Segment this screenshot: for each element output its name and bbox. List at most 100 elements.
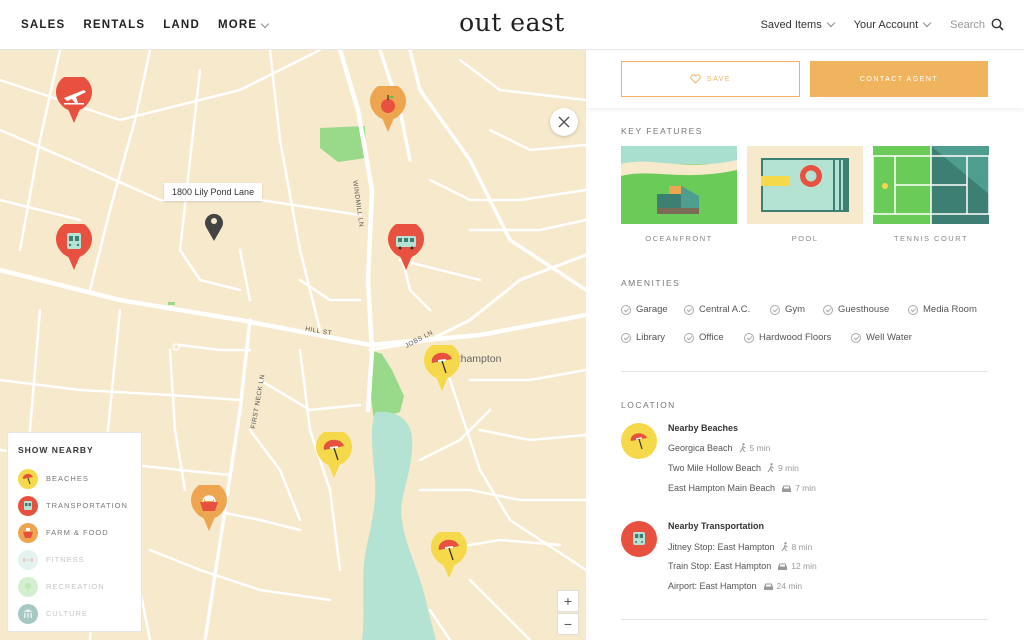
amenity-label: Guesthouse [838,304,890,315]
check-circle-icon [621,332,631,343]
amenity-label: Office [699,332,724,343]
beach-pin[interactable] [424,345,460,391]
walking-icon [739,443,746,453]
amenity-item: Central A.C. [684,304,750,315]
check-circle-icon [908,304,918,315]
key-features-title: KEY FEATURES [621,126,703,136]
amenity-label: Media Room [923,304,977,315]
transport-row[interactable]: Train Stop: East Hampton 12 min [668,561,817,571]
bus-pin[interactable] [388,224,424,270]
account-menu[interactable]: Your Account [853,18,932,31]
umbrella-icon [18,468,38,489]
airport-pin[interactable] [56,77,92,123]
travel-time: 5 min [739,443,771,453]
train-icon [18,495,38,516]
amenity-label: Library [636,332,666,343]
amenity-label: Central A.C. [699,304,751,315]
save-button[interactable]: SAVE [621,61,800,97]
filter-recreation[interactable]: RECREATION [18,573,131,600]
show-nearby-panel: SHOW NEARBY BEACHES TRANSPORTATION FARM … [7,432,142,632]
car-icon [778,563,788,570]
amenity-label: Garage [636,304,668,315]
saved-items-menu[interactable]: Saved Items [761,19,835,31]
filter-culture[interactable]: CULTURE [18,600,131,627]
search-label: Search [950,18,985,31]
beach-row[interactable]: Georgica Beach 5 min [668,443,770,453]
filter-farm-food[interactable]: FARM & FOOD [18,519,131,546]
account-label: Your Account [853,18,919,31]
transport-row[interactable]: Jitney Stop: East Hampton 8 min [668,542,812,552]
travel-time: 24 min [763,581,802,591]
amenity-item: Guesthouse [823,304,889,315]
contact-agent-button[interactable]: CONTACT AGENT [810,61,988,97]
umbrella-icon [621,423,657,459]
filter-recreation-label: RECREATION [46,582,105,591]
top-header: SALES RENTALS LAND MORE out east Saved I… [0,0,1024,50]
beach-pin[interactable] [316,432,352,478]
listing-details-panel: SAVE CONTACT AGENT KEY FEATURES OCEANFRO… [586,50,1024,640]
location-title: LOCATION [621,400,676,410]
amenity-item: Library [621,332,665,343]
filter-fitness[interactable]: FITNESS [18,546,131,573]
umbrella-icon [424,345,460,391]
beach-row[interactable]: East Hampton Main Beach 7 min [668,483,816,493]
heart-icon [690,74,701,84]
beach-row[interactable]: Two Mile Hollow Beach 9 min [668,463,799,473]
beach-name: Georgica Beach [668,443,733,453]
user-nav: Saved Items Your Account Search [761,18,1004,31]
feature-oceanfront-label: OCEANFRONT [645,234,713,243]
search-button[interactable]: Search [950,18,1004,31]
amenity-item: Media Room [908,304,977,315]
travel-time-value: 7 min [795,483,816,493]
amenity-item: Office [684,332,724,343]
transport-name: Train Stop: East Hampton [668,561,772,571]
travel-time-value: 9 min [778,463,799,473]
feature-tennis-court-label: TENNIS COURT [893,234,969,243]
filter-transportation-label: TRANSPORTATION [46,501,128,510]
zoom-out-button[interactable]: − [557,613,579,635]
nearby-beaches-heading: Nearby Beaches [668,423,739,433]
train-pin[interactable] [56,224,92,270]
train-icon [56,224,92,270]
pool-illustration [747,146,863,224]
filter-transportation[interactable]: TRANSPORTATION [18,492,131,519]
beach-pin[interactable] [431,532,467,578]
bus-icon [388,224,424,270]
car-icon [763,583,773,590]
amenity-label: Well Water [866,332,912,343]
dumbbell-icon [18,549,38,570]
amenity-item: Gym [770,304,805,315]
car-icon [782,485,792,492]
show-nearby-title: SHOW NEARBY [18,445,94,455]
farm-food-pin[interactable] [191,485,227,531]
transport-name: Jitney Stop: East Hampton [668,542,775,552]
check-circle-icon [684,332,694,343]
amenity-label: Hardwood Floors [759,332,832,343]
museum-icon [18,603,38,624]
tennis-court-illustration [873,146,989,224]
check-circle-icon [823,304,833,315]
filter-beaches[interactable]: BEACHES [18,465,131,492]
search-icon [991,18,1004,31]
basket-icon [18,522,38,543]
amenity-item: Hardwood Floors [744,332,831,343]
check-circle-icon [744,332,754,343]
amenity-item: Well Water [851,332,912,343]
farm-food-pin[interactable] [370,86,406,132]
travel-time-value: 8 min [791,542,813,552]
close-icon [558,116,570,128]
chevron-down-icon [922,18,932,28]
apple-icon [370,86,406,132]
location-pin-icon [205,213,223,241]
beach-name: East Hampton Main Beach [668,483,776,493]
travel-time: 8 min [781,542,813,552]
walking-icon [767,463,774,473]
zoom-in-button[interactable]: + [557,590,579,612]
home-pin[interactable] [203,211,225,246]
close-map-button[interactable] [550,108,578,136]
filter-fitness-label: FITNESS [46,555,85,564]
amenity-item: Garage [621,304,668,315]
transport-row[interactable]: Airport: East Hampton 24 min [668,581,802,591]
travel-time-value: 5 min [749,443,771,453]
filter-farm-food-label: FARM & FOOD [46,528,109,537]
